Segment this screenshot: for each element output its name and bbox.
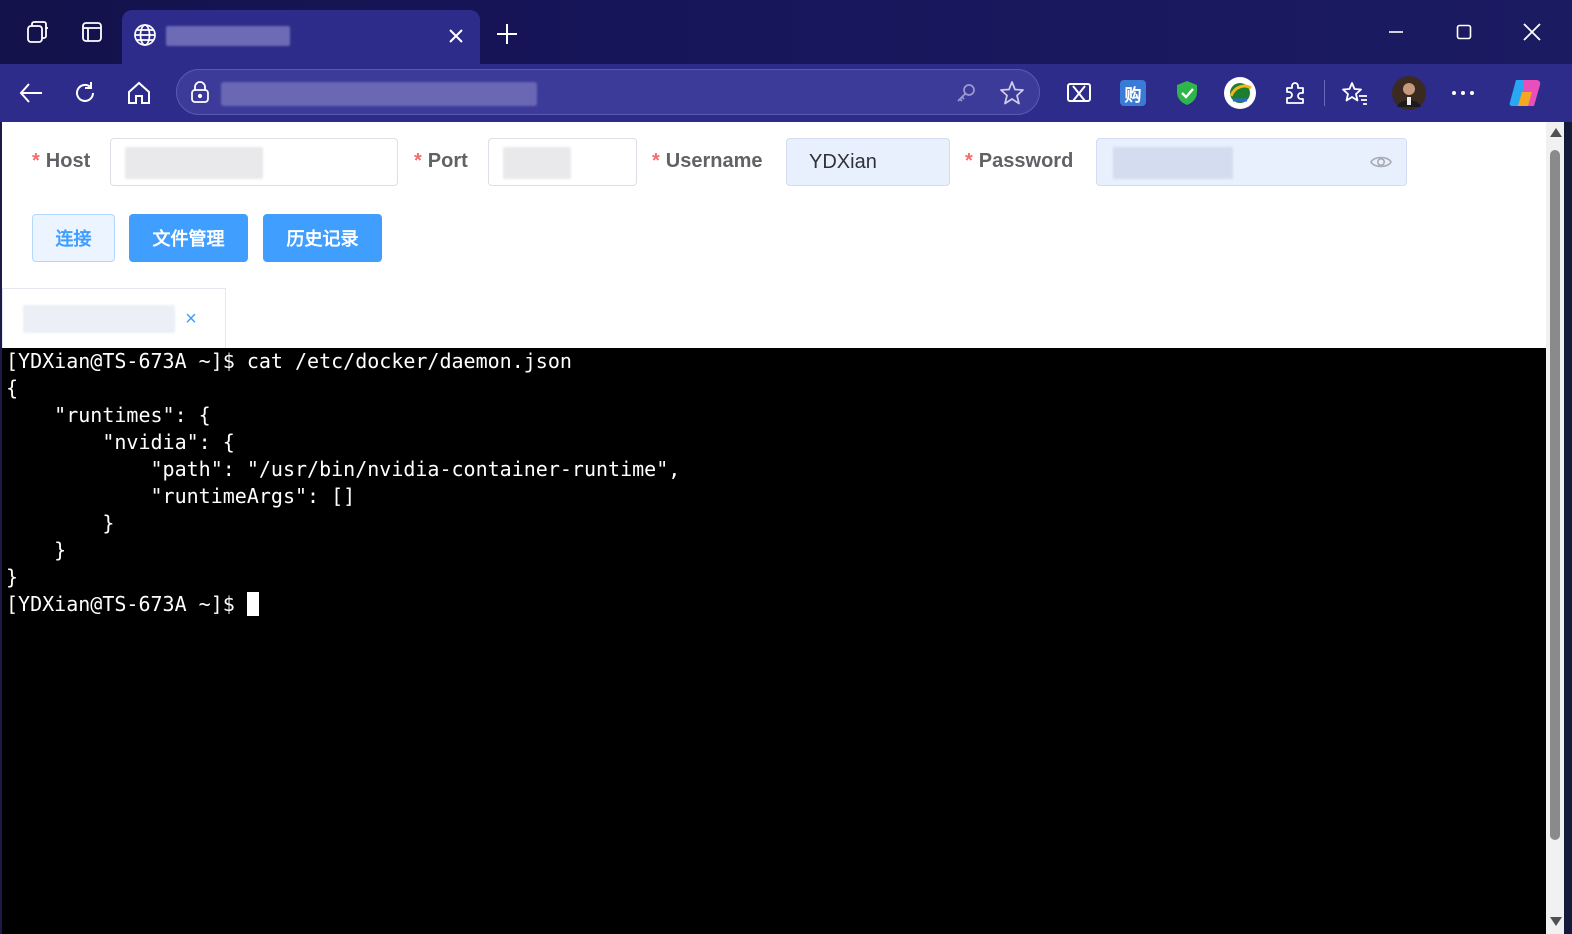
terminal-prompt: [YDXian@TS-673A ~]$ [6, 592, 247, 616]
terminal-line: "nvidia": { [6, 430, 235, 454]
terminal-line: } [6, 511, 115, 535]
avatar[interactable] [1390, 74, 1428, 112]
host-input[interactable] [110, 138, 398, 186]
terminal-line: } [6, 565, 19, 589]
username-input[interactable]: YDXian [786, 138, 950, 186]
host-label: * Host [32, 150, 90, 173]
host-label-text: Host [45, 150, 91, 172]
refresh-icon[interactable] [66, 74, 104, 112]
url-text[interactable] [221, 82, 537, 106]
required-mark: * [652, 150, 660, 172]
history-button[interactable]: 历史记录 [263, 214, 382, 262]
password-input-value [1113, 147, 1233, 179]
globe-icon [132, 22, 158, 53]
required-mark: * [414, 150, 422, 172]
terminal-prompt-line: [YDXian@TS-673A ~]$ [6, 591, 1546, 618]
required-mark: * [965, 150, 973, 172]
show-password-icon[interactable] [1370, 152, 1392, 177]
window-edge [1564, 122, 1572, 934]
address-bar[interactable] [176, 69, 1040, 115]
port-input-value [503, 147, 571, 179]
terminal-line: "path": "/usr/bin/nvidia-container-runti… [6, 457, 681, 481]
password-label: * Password [965, 150, 1073, 173]
copilot-icon[interactable] [1506, 74, 1544, 112]
host-input-value [125, 147, 263, 179]
session-tab-close-icon[interactable]: × [179, 307, 203, 331]
session-tab[interactable]: × [2, 288, 226, 348]
close-tab-icon[interactable] [442, 22, 470, 50]
username-label-text: Username [665, 150, 763, 172]
key-icon[interactable] [953, 80, 979, 106]
close-window-icon[interactable] [1502, 12, 1562, 52]
favorites-icon[interactable] [1336, 74, 1374, 112]
password-input[interactable] [1096, 138, 1407, 186]
shopping-extension-label: 购 [1120, 80, 1146, 106]
password-label-text: Password [978, 150, 1074, 172]
browser-toolbar: 购 [0, 64, 1572, 122]
port-input[interactable] [488, 138, 637, 186]
extensions-puzzle-icon[interactable] [1276, 74, 1314, 112]
shield-extension-icon[interactable] [1168, 74, 1206, 112]
terminal-line: } [6, 538, 67, 562]
scroll-thumb[interactable] [1550, 150, 1560, 840]
username-input-value: YDXian [809, 151, 877, 173]
session-tab-close-glyph: × [185, 308, 197, 330]
screenshot-extension-icon[interactable] [1060, 74, 1098, 112]
active-tab[interactable] [122, 10, 480, 64]
port-label: * Port [414, 150, 468, 173]
terminal[interactable]: [YDXian@TS-673A ~]$ cat /etc/docker/daem… [2, 348, 1546, 934]
port-label-text: Port [427, 150, 468, 172]
shopping-extension-icon[interactable]: 购 [1114, 74, 1152, 112]
page-scrollbar[interactable] [1546, 122, 1564, 934]
page-content: * Host * Port * Username YDXian * Password 连… [2, 122, 1546, 934]
terminal-line: { [6, 376, 19, 400]
terminal-line: [YDXian@TS-673A ~]$ cat /etc/docker/daem… [6, 349, 572, 373]
lock-icon[interactable] [189, 80, 211, 109]
minimize-icon[interactable] [1366, 12, 1426, 52]
tab-actions-icon[interactable] [74, 14, 110, 50]
terminal-line: "runtimes": { [6, 403, 211, 427]
toolbar-divider [1324, 80, 1325, 106]
file-manager-button[interactable]: 文件管理 [129, 214, 248, 262]
maximize-icon[interactable] [1434, 12, 1494, 52]
username-label: * Username [652, 150, 763, 173]
new-tab-icon[interactable] [488, 16, 526, 52]
tab-title [166, 26, 290, 46]
scroll-down-arrow-icon[interactable] [1550, 917, 1562, 926]
scroll-up-arrow-icon[interactable] [1550, 128, 1562, 137]
terminal-cursor [246, 592, 259, 616]
required-mark: * [32, 150, 40, 172]
favorite-star-icon[interactable] [999, 80, 1025, 106]
session-tab-title [23, 305, 175, 333]
download-extension-icon[interactable] [1221, 74, 1259, 112]
connect-button[interactable]: 连接 [32, 214, 115, 262]
terminal-line: "runtimeArgs": [] [6, 484, 356, 508]
home-icon[interactable] [120, 74, 158, 112]
browser-tab-bar [0, 0, 1572, 64]
back-icon[interactable] [12, 74, 50, 112]
more-icon[interactable] [1444, 74, 1482, 112]
workspaces-icon[interactable] [20, 14, 56, 50]
